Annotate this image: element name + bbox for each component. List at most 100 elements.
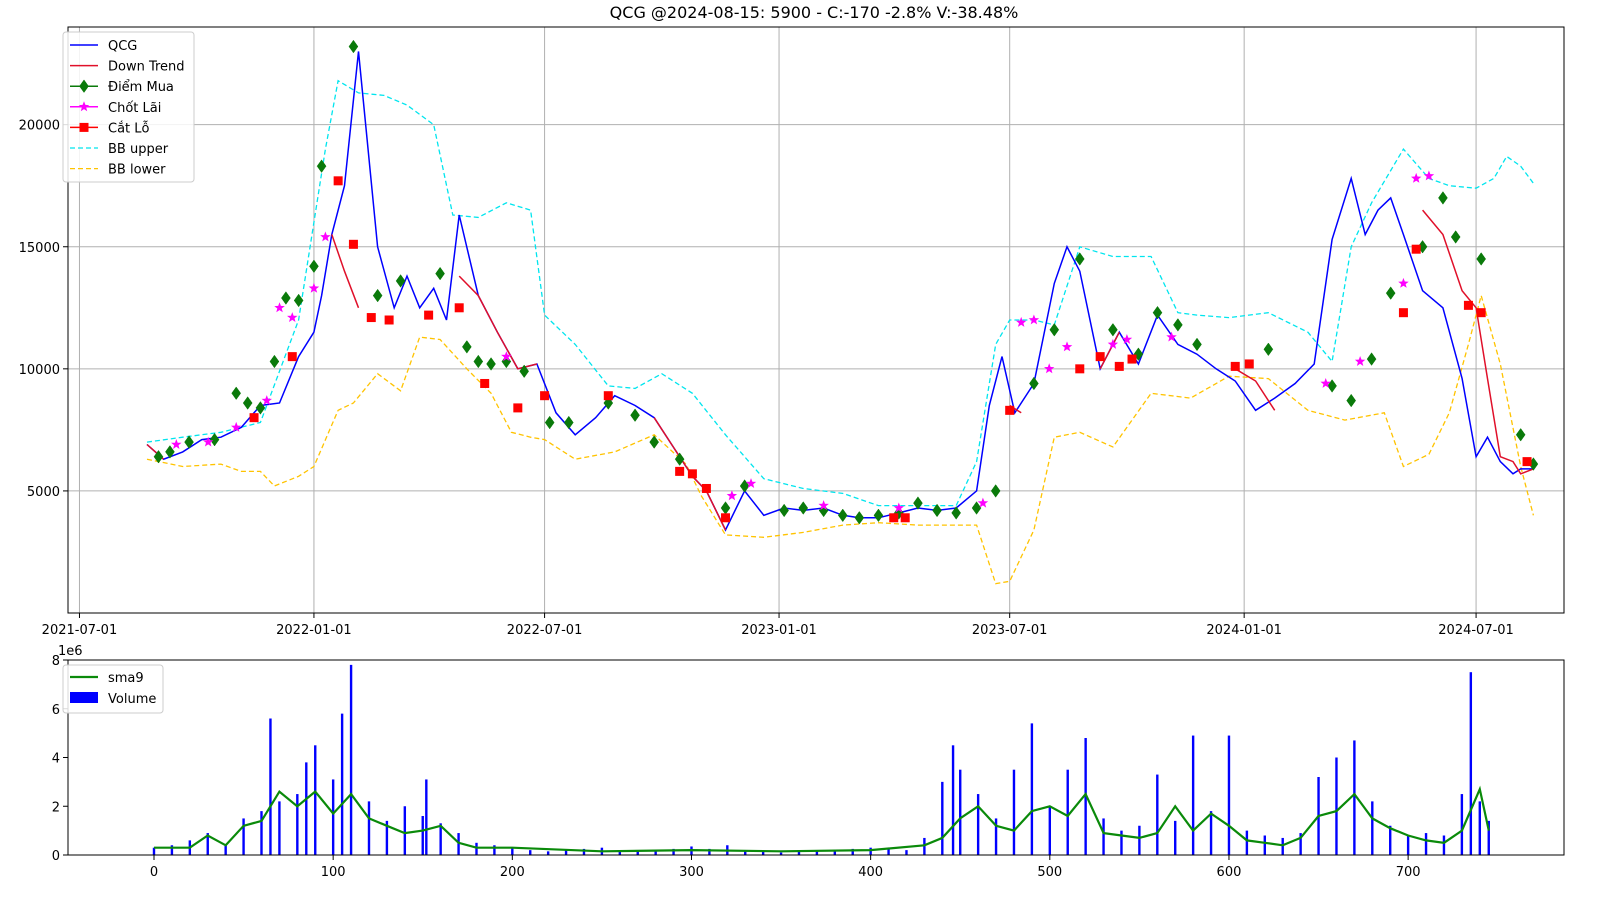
stop-loss-marker	[687, 469, 697, 479]
stop-loss-marker	[540, 391, 550, 401]
volume-bar	[1048, 806, 1052, 855]
legend-diem-mua-label: Điểm Mua	[108, 80, 174, 95]
chart-title: QCG @2024-08-15: 5900 - C:-170 -2.8% V:-…	[610, 3, 1019, 22]
price-legend: QCG Down Trend Điểm Mua Chốt Lãi Cắt Lỗ BB up…	[62, 31, 195, 183]
volume-bar	[296, 794, 299, 855]
legend-volume-label: Volume	[108, 692, 156, 707]
stop-loss-marker	[1398, 308, 1408, 318]
stop-loss-marker	[1476, 308, 1486, 318]
stop-loss-marker	[1411, 244, 1421, 254]
stop-loss-marker	[603, 391, 613, 401]
volume-y-tick-label: 4	[52, 752, 60, 767]
y-tick-label: 15000	[19, 241, 60, 256]
volume-bar	[1245, 830, 1249, 855]
volume-plot-area	[68, 660, 1564, 855]
stop-loss-marker	[701, 483, 711, 493]
volume-bar	[340, 713, 344, 855]
volume-x-tick-label: 0	[150, 865, 158, 880]
volume-bar	[1389, 825, 1392, 855]
x-tick-label: 2024-07-01	[1438, 623, 1514, 638]
volume-bar	[242, 818, 245, 855]
volume-x-tick-label: 400	[858, 865, 883, 880]
volume-bar	[425, 779, 428, 855]
stop-loss-marker	[366, 313, 376, 323]
volume-bar	[278, 801, 281, 855]
volume-bar	[349, 664, 353, 855]
volume-bar	[546, 851, 550, 855]
stop-loss-marker	[480, 378, 490, 388]
y-tick-label: 5000	[27, 485, 60, 500]
volume-bar	[1030, 723, 1034, 855]
stop-loss-marker	[1005, 405, 1015, 415]
chart-figure: QCG @2024-08-15: 5900 - C:-170 -2.8% V:-…	[0, 0, 1600, 900]
stop-loss-marker	[675, 466, 685, 476]
volume-bar	[1227, 735, 1231, 855]
volume-bar	[224, 845, 227, 855]
x-tick-label: 2023-07-01	[972, 623, 1048, 638]
x-tick-label: 2021-07-01	[42, 623, 118, 638]
x-tick-label: 2022-01-01	[276, 623, 352, 638]
stop-loss-marker	[889, 513, 899, 523]
x-tick-label: 2024-01-01	[1206, 623, 1282, 638]
stop-loss-marker	[1463, 300, 1473, 310]
y-tick-label: 10000	[19, 363, 60, 378]
stop-loss-marker	[1244, 359, 1254, 369]
x-tick-label: 2022-07-01	[507, 623, 583, 638]
volume-bar	[951, 745, 955, 855]
volume-x-tick-label: 300	[679, 865, 704, 880]
legend-cat-lo-label: Cắt Lỗ	[108, 121, 150, 136]
legend-cat-lo-marker	[79, 122, 89, 132]
volume-bar	[1066, 769, 1069, 855]
volume-bar	[529, 850, 532, 855]
volume-y-tick-label: 0	[52, 849, 60, 864]
price-y-ticks: 5000 10000 15000 20000	[19, 119, 68, 500]
volume-bar	[1174, 820, 1177, 855]
volume-x-tick-label: 100	[321, 865, 346, 880]
stop-loss-marker	[1095, 352, 1105, 362]
volume-bar	[1469, 672, 1473, 855]
legend-qcg-label: QCG	[108, 39, 137, 54]
price-panel: 2021-07-01 2022-01-01 2022-07-01 2023-01-01…	[19, 26, 1565, 638]
volume-bar	[331, 779, 335, 855]
volume-bar	[1156, 774, 1159, 855]
stop-loss-marker	[900, 513, 910, 523]
legend-bb-lower-label: BB lower	[108, 163, 166, 178]
x-tick-label: 2023-01-01	[741, 623, 817, 638]
volume-bar	[269, 718, 272, 855]
price-x-ticks: 2021-07-01 2022-01-01 2022-07-01 2023-01-01…	[42, 613, 1514, 638]
volume-legend: sma9 Volume	[62, 664, 164, 714]
volume-bar	[1371, 801, 1374, 855]
stop-loss-marker	[1127, 354, 1137, 364]
volume-y-tick-label: 2	[52, 800, 60, 815]
volume-bar	[1012, 769, 1016, 855]
volume-bar	[1263, 835, 1266, 855]
stop-loss-marker	[287, 352, 297, 362]
volume-bar	[403, 806, 407, 855]
volume-x-tick-label: 600	[1217, 865, 1242, 880]
volume-bar	[905, 850, 908, 855]
stop-loss-marker	[454, 303, 464, 313]
volume-bar	[421, 816, 424, 855]
volume-bar	[976, 794, 980, 855]
volume-bar	[1478, 801, 1481, 855]
stop-loss-marker	[1114, 361, 1124, 371]
stop-loss-marker	[384, 315, 394, 325]
stop-loss-marker	[333, 176, 343, 186]
legend-bb-upper-label: BB upper	[108, 142, 169, 157]
volume-bar	[305, 762, 308, 855]
volume-bar	[1353, 740, 1356, 855]
volume-x-tick-label: 500	[1037, 865, 1062, 880]
stop-loss-marker	[424, 310, 434, 320]
volume-y-tick-label: 6	[52, 703, 60, 718]
stop-loss-marker	[1230, 361, 1240, 371]
legend-down-trend-label: Down Trend	[108, 60, 185, 75]
legend-chot-lai-label: Chốt Lãi	[108, 101, 161, 116]
volume-bar	[367, 801, 371, 855]
chart-canvas: QCG @2024-08-15: 5900 - C:-170 -2.8% V:-…	[19, 3, 1565, 880]
stop-loss-marker	[513, 403, 523, 413]
volume-bar	[475, 842, 478, 855]
volume-bar	[1209, 811, 1213, 855]
volume-bar	[869, 847, 872, 855]
volume-x-tick-label: 700	[1396, 865, 1421, 880]
volume-bar	[1191, 735, 1195, 855]
